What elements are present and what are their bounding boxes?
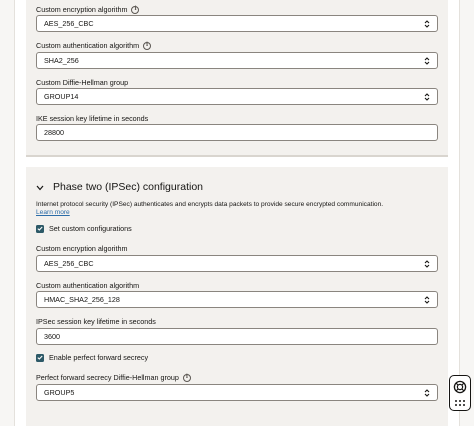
select-value: HMAC_SHA2_256_128 [44,295,120,304]
phase-two-header[interactable]: Phase two (IPSec) configuration [36,178,203,196]
updown-chevron-icon [423,91,430,102]
grid-dots-icon [455,400,465,406]
select-value: AES_256_CBC [44,259,94,268]
checkmark-icon[interactable] [36,224,44,233]
phase-one-panel: Custom encryption algorithm i AES_256_CB… [26,0,448,157]
help-assistant-button[interactable] [449,375,471,411]
page-margin-right [459,0,474,426]
ike-lifetime-input[interactable]: 28800 [36,124,438,141]
section-title: Phase two (IPSec) configuration [53,181,203,193]
updown-chevron-icon [423,294,430,305]
help-assistant-icon [453,380,467,399]
input-value: 3600 [44,332,60,341]
updown-chevron-icon [423,258,430,269]
info-icon[interactable]: i [182,373,191,382]
updown-chevron-icon [423,387,430,398]
updown-chevron-icon [423,18,430,29]
phase1-dh-group-label: Custom Diffie-Hellman group [36,78,129,87]
info-icon[interactable]: i [143,41,152,50]
enable-pfs-checkbox[interactable]: Enable perfect forward secrecy [36,353,148,362]
phase1-encryption-label: Custom encryption algorithm i [36,5,140,14]
ipsec-lifetime-label: IPSec session key lifetime in seconds [36,317,156,326]
set-custom-config-checkbox[interactable]: Set custom configurations [36,224,132,233]
phase1-dh-group-select[interactable]: GROUP14 [36,88,438,105]
checkbox-label: Enable perfect forward secrecy [49,353,149,362]
checkbox-label: Set custom configurations [49,224,132,233]
input-value: 28800 [44,128,64,137]
info-icon[interactable]: i [131,5,140,14]
phase-two-description: Internet protocol security (IPSec) authe… [36,201,384,208]
phase1-authentication-label: Custom authentication algorithm i [36,41,152,50]
phase1-encryption-select[interactable]: AES_256_CBC [36,15,438,32]
select-value: GROUP5 [44,388,75,397]
pfs-dh-group-select[interactable]: GROUP5 [36,384,438,401]
phase1-authentication-select[interactable]: SHA2_256 [36,52,438,69]
phase2-authentication-select[interactable]: HMAC_SHA2_256_128 [36,291,438,308]
phase-two-panel: Phase two (IPSec) configuration Internet… [26,167,448,426]
phase2-authentication-label: Custom authentication algorithm [36,281,140,290]
checkmark-icon[interactable] [36,353,44,362]
select-value: AES_256_CBC [44,19,94,28]
phase2-encryption-select[interactable]: AES_256_CBC [36,255,438,272]
select-value: GROUP14 [44,92,79,101]
ike-lifetime-label: IKE session key lifetime in seconds [36,114,149,123]
select-value: SHA2_256 [44,56,79,65]
page-margin-left [0,0,15,426]
updown-chevron-icon [423,55,430,66]
ipsec-lifetime-input[interactable]: 3600 [36,328,438,345]
phase2-encryption-label: Custom encryption algorithm [36,244,128,253]
pfs-dh-group-label: Perfect forward secrecy Diffie-Hellman g… [36,373,191,382]
learn-more-link[interactable]: Learn more [36,209,70,216]
chevron-down-icon[interactable] [36,178,44,196]
